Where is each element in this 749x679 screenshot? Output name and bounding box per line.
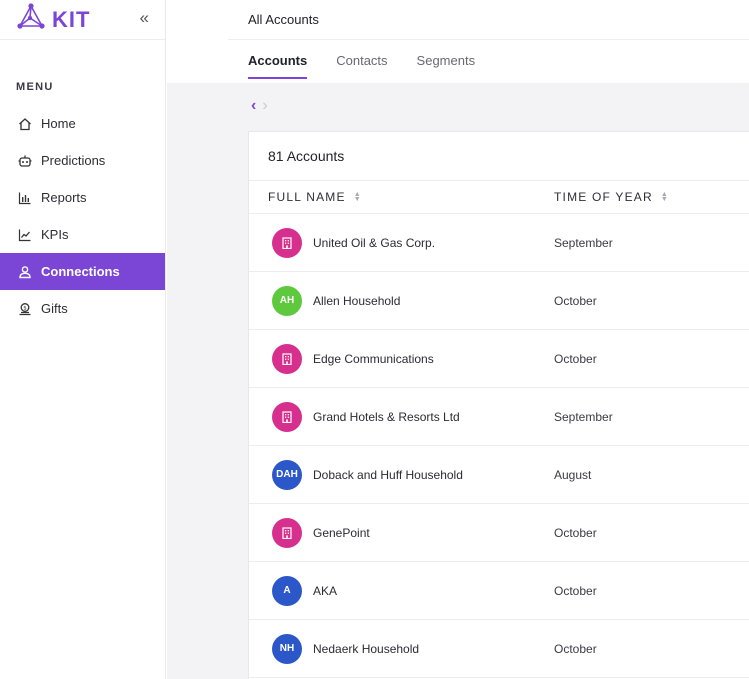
name-cell: AH Allen Household [249, 285, 554, 316]
account-name-link[interactable]: Doback and Huff Household [313, 468, 463, 482]
sidebar-item-gifts[interactable]: $ Gifts [0, 290, 165, 327]
time-of-year-cell: September [554, 409, 613, 424]
time-of-year-cell: September [554, 235, 613, 250]
brand: KIT « [0, 0, 165, 40]
table-row[interactable]: DAH Doback and Huff Household August [249, 446, 749, 504]
account-name-link[interactable]: United Oil & Gas Corp. [313, 236, 435, 250]
time-of-year-cell: October [554, 351, 597, 366]
sidebar-item-label: Predictions [41, 153, 106, 168]
account-name-link[interactable]: Grand Hotels & Resorts Ltd [313, 410, 460, 424]
bar-chart-icon [17, 190, 33, 206]
time-of-year-cell: August [554, 467, 592, 482]
table-header: FULL NAME ▲ ▼ TIME OF YEAR ▲ ▼ [249, 181, 749, 214]
sidebar-item-label: Reports [41, 190, 87, 205]
name-cell: DAH Doback and Huff Household [249, 459, 554, 490]
chevron-right-icon[interactable]: › [262, 97, 267, 115]
avatar-initials: NH [279, 643, 295, 654]
sidebar-item-label: Connections [41, 264, 120, 279]
table-row[interactable]: Edge Communications October [249, 330, 749, 388]
column-header-label: FULL NAME [268, 190, 346, 204]
table-title: 81 Accounts [249, 132, 749, 181]
name-cell: GenePoint [249, 517, 554, 548]
tab-accounts[interactable]: Accounts [248, 53, 308, 79]
header: All Accounts Accounts Contacts Segments [167, 0, 749, 83]
building-icon [282, 352, 292, 365]
sort-icon: ▲ ▼ [353, 191, 362, 203]
account-name-link[interactable]: Nedaerk Household [313, 642, 419, 656]
tab-segments[interactable]: Segments [417, 53, 476, 79]
brand-name: KIT [52, 6, 91, 32]
avatar: AH [272, 285, 302, 316]
account-name-link[interactable]: Allen Household [313, 294, 400, 308]
avatar-initials: DAH [276, 469, 298, 480]
gift-icon: $ [17, 301, 33, 317]
kit-logo-icon [16, 3, 46, 36]
header-divider [228, 39, 749, 40]
avatar-initials: A [283, 585, 291, 596]
home-icon [17, 116, 33, 132]
table-row[interactable]: Grand Hotels & Resorts Ltd September [249, 388, 749, 446]
time-of-year-cell: October [554, 641, 597, 656]
building-icon [282, 236, 292, 249]
name-cell: Grand Hotels & Resorts Ltd [249, 401, 554, 432]
avatar [272, 343, 302, 374]
building-icon [282, 526, 292, 539]
sidebar-item-label: Gifts [41, 301, 68, 316]
menu-title: MENU [16, 81, 54, 93]
trend-line-icon [17, 227, 33, 243]
avatar-initials: AH [279, 295, 295, 306]
time-of-year-cell: October [554, 525, 597, 540]
collapse-sidebar-icon[interactable]: « [140, 8, 149, 28]
sidebar-item-label: Home [41, 116, 76, 131]
sidebar-item-connections[interactable]: Connections [0, 253, 165, 290]
table-body: United Oil & Gas Corp. September AH Allen H… [249, 214, 749, 678]
avatar [272, 517, 302, 548]
time-of-year-cell: October [554, 293, 597, 308]
main-content: ‹ › 81 Accounts FULL NAME ▲ ▼ TIME OF YEA… [167, 83, 749, 679]
avatar: A [272, 575, 302, 606]
name-cell: NH Nedaerk Household [249, 633, 554, 664]
column-header-full-name[interactable]: FULL NAME ▲ ▼ [249, 190, 554, 204]
avatar [272, 227, 302, 258]
column-header-time-of-year[interactable]: TIME OF YEAR ▲ ▼ [554, 190, 669, 204]
table-row[interactable]: A AKA October [249, 562, 749, 620]
table-row[interactable]: GenePoint October [249, 504, 749, 562]
sidebar-item-kpis[interactable]: KPIs [0, 216, 165, 253]
avatar: NH [272, 633, 302, 664]
pager: ‹ › [251, 97, 268, 115]
table-row[interactable]: NH Nedaerk Household October [249, 620, 749, 678]
user-icon [17, 264, 33, 280]
account-name-link[interactable]: GenePoint [313, 526, 370, 540]
robot-icon [17, 153, 33, 169]
account-name-link[interactable]: AKA [313, 584, 337, 598]
building-icon [282, 410, 292, 423]
name-cell: Edge Communications [249, 343, 554, 374]
page-title: All Accounts [248, 12, 319, 27]
tab-bar: Accounts Contacts Segments [248, 53, 504, 79]
svg-text:$: $ [23, 305, 27, 311]
accounts-table: 81 Accounts FULL NAME ▲ ▼ TIME OF YEAR ▲ ▼… [248, 131, 749, 679]
tab-contacts[interactable]: Contacts [336, 53, 387, 79]
sidebar-item-reports[interactable]: Reports [0, 179, 165, 216]
time-of-year-cell: October [554, 583, 597, 598]
avatar [272, 401, 302, 432]
account-name-link[interactable]: Edge Communications [313, 352, 434, 366]
sidebar-item-label: KPIs [41, 227, 69, 242]
sort-icon: ▲ ▼ [660, 191, 669, 203]
chevron-left-icon[interactable]: ‹ [251, 97, 256, 115]
table-row[interactable]: AH Allen Household October [249, 272, 749, 330]
sidebar: KIT « MENU Home Predictions Reports KPIs… [0, 0, 166, 679]
avatar: DAH [272, 459, 302, 490]
name-cell: A AKA [249, 575, 554, 606]
name-cell: United Oil & Gas Corp. [249, 227, 554, 258]
column-header-label: TIME OF YEAR [554, 190, 653, 204]
sidebar-item-predictions[interactable]: Predictions [0, 142, 165, 179]
sidebar-item-home[interactable]: Home [0, 105, 165, 142]
table-row[interactable]: United Oil & Gas Corp. September [249, 214, 749, 272]
